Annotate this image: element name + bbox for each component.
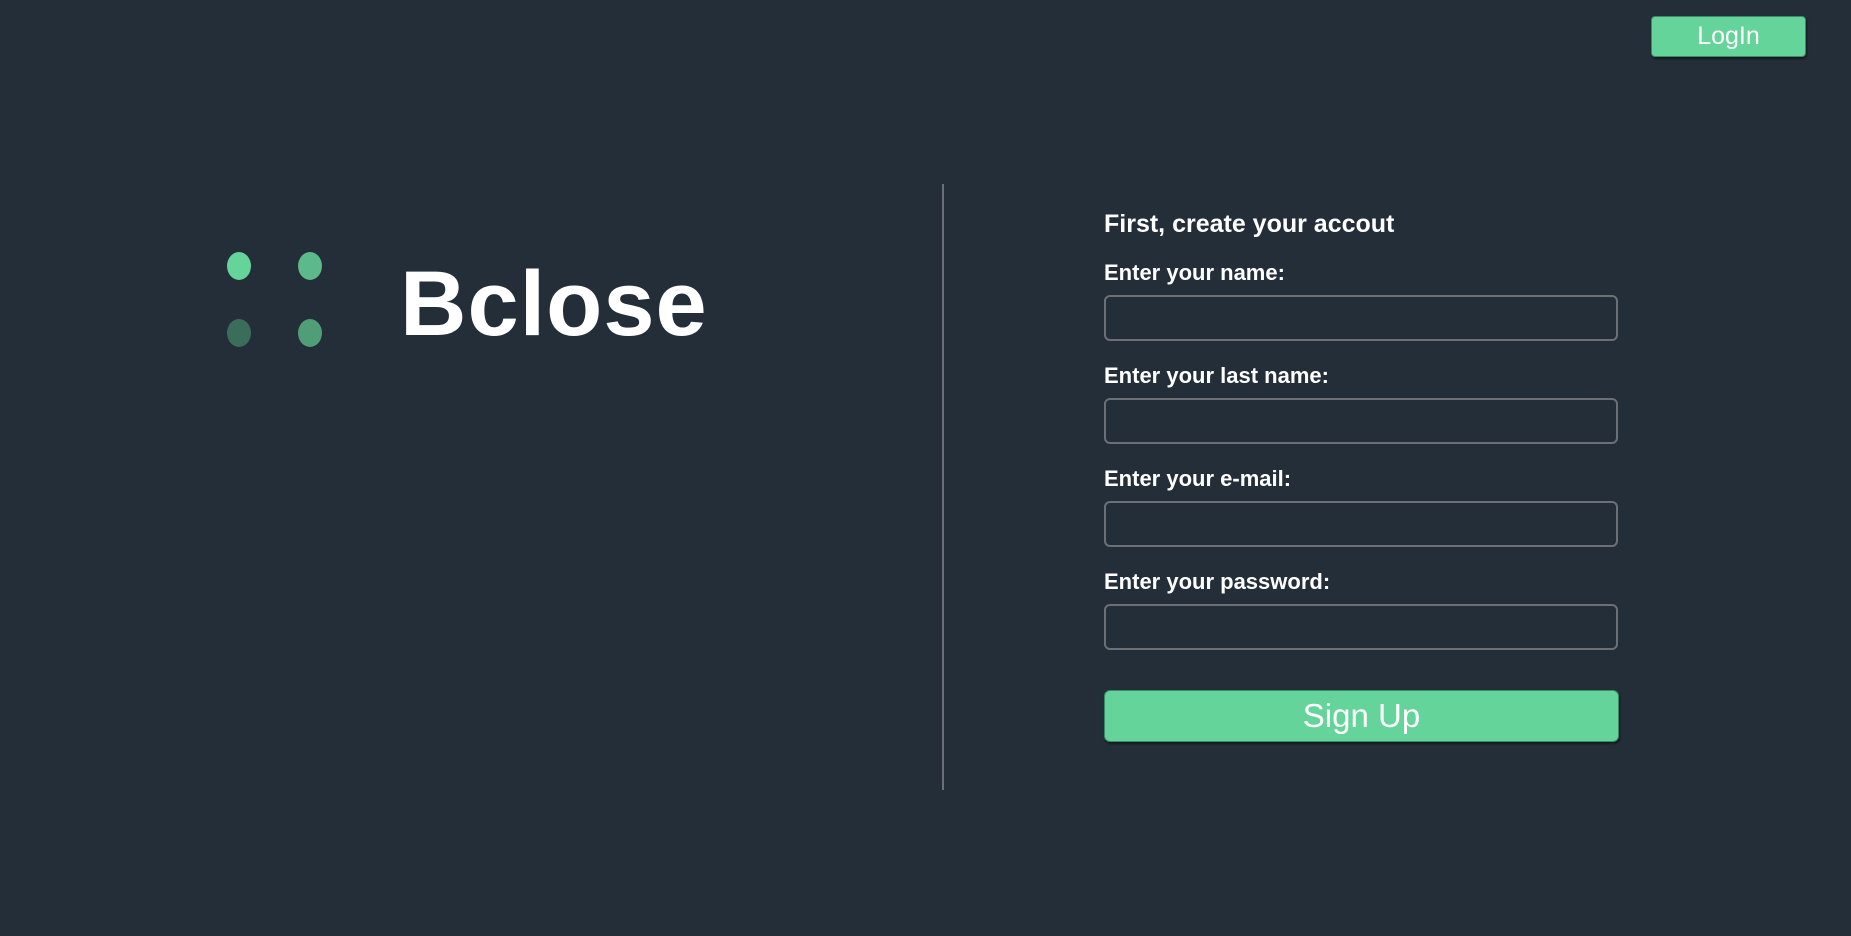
brand-name: Bclose	[400, 253, 708, 355]
password-field-group: Enter your password:	[1104, 568, 1618, 650]
last-name-field-group: Enter your last name:	[1104, 362, 1618, 444]
logo-dot	[227, 319, 251, 347]
form-title: First, create your accout	[1104, 210, 1395, 238]
signup-form: First, create your accout Enter your nam…	[1104, 206, 1619, 742]
password-field-label: Enter your password:	[1104, 569, 1331, 594]
login-button[interactable]: LogIn	[1651, 16, 1806, 57]
name-field-label: Enter your name:	[1104, 260, 1285, 285]
last-name-field-label: Enter your last name:	[1104, 363, 1329, 388]
email-field[interactable]	[1104, 501, 1618, 547]
email-field-group: Enter your e-mail:	[1104, 465, 1618, 547]
logo-icon	[227, 252, 323, 348]
logo-dot	[227, 252, 251, 280]
name-field-group: Enter your name:	[1104, 259, 1618, 341]
password-field[interactable]	[1104, 604, 1618, 650]
email-field-label: Enter your e-mail:	[1104, 466, 1292, 491]
logo-dot	[298, 252, 322, 280]
last-name-field[interactable]	[1104, 398, 1618, 444]
logo-dot	[298, 319, 322, 347]
sign-up-button[interactable]: Sign Up	[1104, 690, 1619, 742]
name-field[interactable]	[1104, 295, 1618, 341]
signup-page: LogIn Bclose First, create your accout E…	[0, 0, 1851, 936]
vertical-divider	[942, 184, 944, 790]
